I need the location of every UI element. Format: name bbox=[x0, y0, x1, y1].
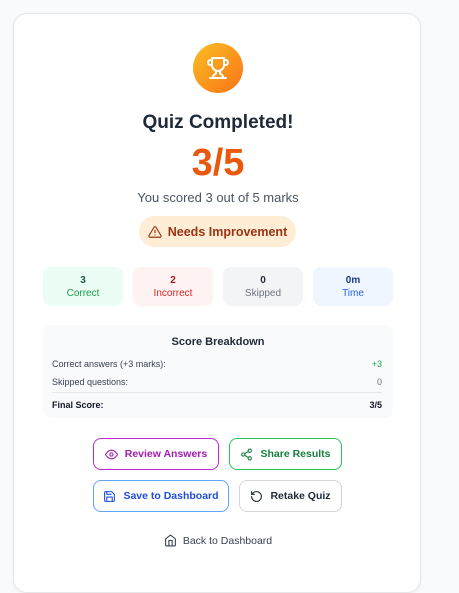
rotate-ccw-icon bbox=[250, 490, 263, 503]
stat-correct-value: 3 bbox=[80, 274, 86, 286]
stat-incorrect-value: 2 bbox=[170, 274, 176, 286]
save-to-dashboard-label: Save to Dashboard bbox=[123, 490, 219, 502]
breakdown-row-label: Correct answers (+3 marks): bbox=[52, 359, 166, 369]
stat-time: 0m Time bbox=[313, 267, 393, 306]
share-results-button[interactable]: Share Results bbox=[229, 438, 342, 470]
trophy-icon bbox=[206, 56, 230, 80]
stat-incorrect: 2 Incorrect bbox=[133, 267, 213, 306]
save-icon bbox=[103, 490, 116, 503]
breakdown-row-correct: Correct answers (+3 marks): +3 bbox=[52, 359, 382, 369]
stat-correct: 3 Correct bbox=[43, 267, 123, 306]
stat-correct-label: Correct bbox=[66, 287, 100, 299]
performance-badge: Needs Improvement bbox=[139, 216, 296, 247]
stat-skipped-value: 0 bbox=[260, 274, 266, 286]
eye-icon bbox=[104, 448, 118, 461]
final-score-value: 3/5 bbox=[369, 400, 382, 410]
review-answers-label: Review Answers bbox=[124, 448, 208, 460]
stat-time-label: Time bbox=[342, 287, 364, 299]
breakdown-row-label: Skipped questions: bbox=[52, 377, 129, 387]
breakdown-row-value: +3 bbox=[371, 359, 382, 369]
warning-icon bbox=[148, 225, 162, 239]
retake-quiz-label: Retake Quiz bbox=[270, 490, 331, 502]
stat-skipped-label: Skipped bbox=[244, 287, 282, 299]
retake-quiz-button[interactable]: Retake Quiz bbox=[239, 480, 342, 512]
stat-time-value: 0m bbox=[345, 274, 361, 286]
breakdown-divider bbox=[52, 392, 382, 393]
save-to-dashboard-button[interactable]: Save to Dashboard bbox=[93, 480, 229, 512]
share-icon bbox=[240, 448, 253, 461]
stat-incorrect-label: Incorrect bbox=[153, 287, 193, 299]
review-answers-button[interactable]: Review Answers bbox=[93, 438, 219, 470]
trophy-badge bbox=[193, 43, 243, 93]
breakdown-row-skipped: Skipped questions: 0 bbox=[52, 377, 382, 387]
score-value: 3/5 bbox=[191, 142, 245, 184]
breakdown-row-value: 0 bbox=[376, 377, 382, 387]
back-to-dashboard-label: Back to Dashboard bbox=[182, 534, 273, 547]
performance-badge-label: Needs Improvement bbox=[167, 224, 288, 239]
score-summary: You scored 3 out of 5 marks bbox=[137, 190, 299, 205]
final-score-label: Final Score: bbox=[52, 400, 104, 410]
breakdown-row-final: Final Score: 3/5 bbox=[52, 400, 382, 410]
stat-skipped: 0 Skipped bbox=[223, 267, 303, 306]
share-results-label: Share Results bbox=[260, 448, 331, 460]
results-card: Quiz Completed! 3/5 You scored 3 out of … bbox=[13, 13, 421, 593]
back-to-dashboard-link[interactable]: Back to Dashboard bbox=[14, 534, 422, 547]
page-title: Quiz Completed! bbox=[142, 112, 294, 133]
score-breakdown-title: Score Breakdown bbox=[171, 336, 265, 348]
home-icon bbox=[164, 534, 177, 547]
score-breakdown: Score Breakdown Correct answers (+3 mark… bbox=[43, 325, 393, 418]
